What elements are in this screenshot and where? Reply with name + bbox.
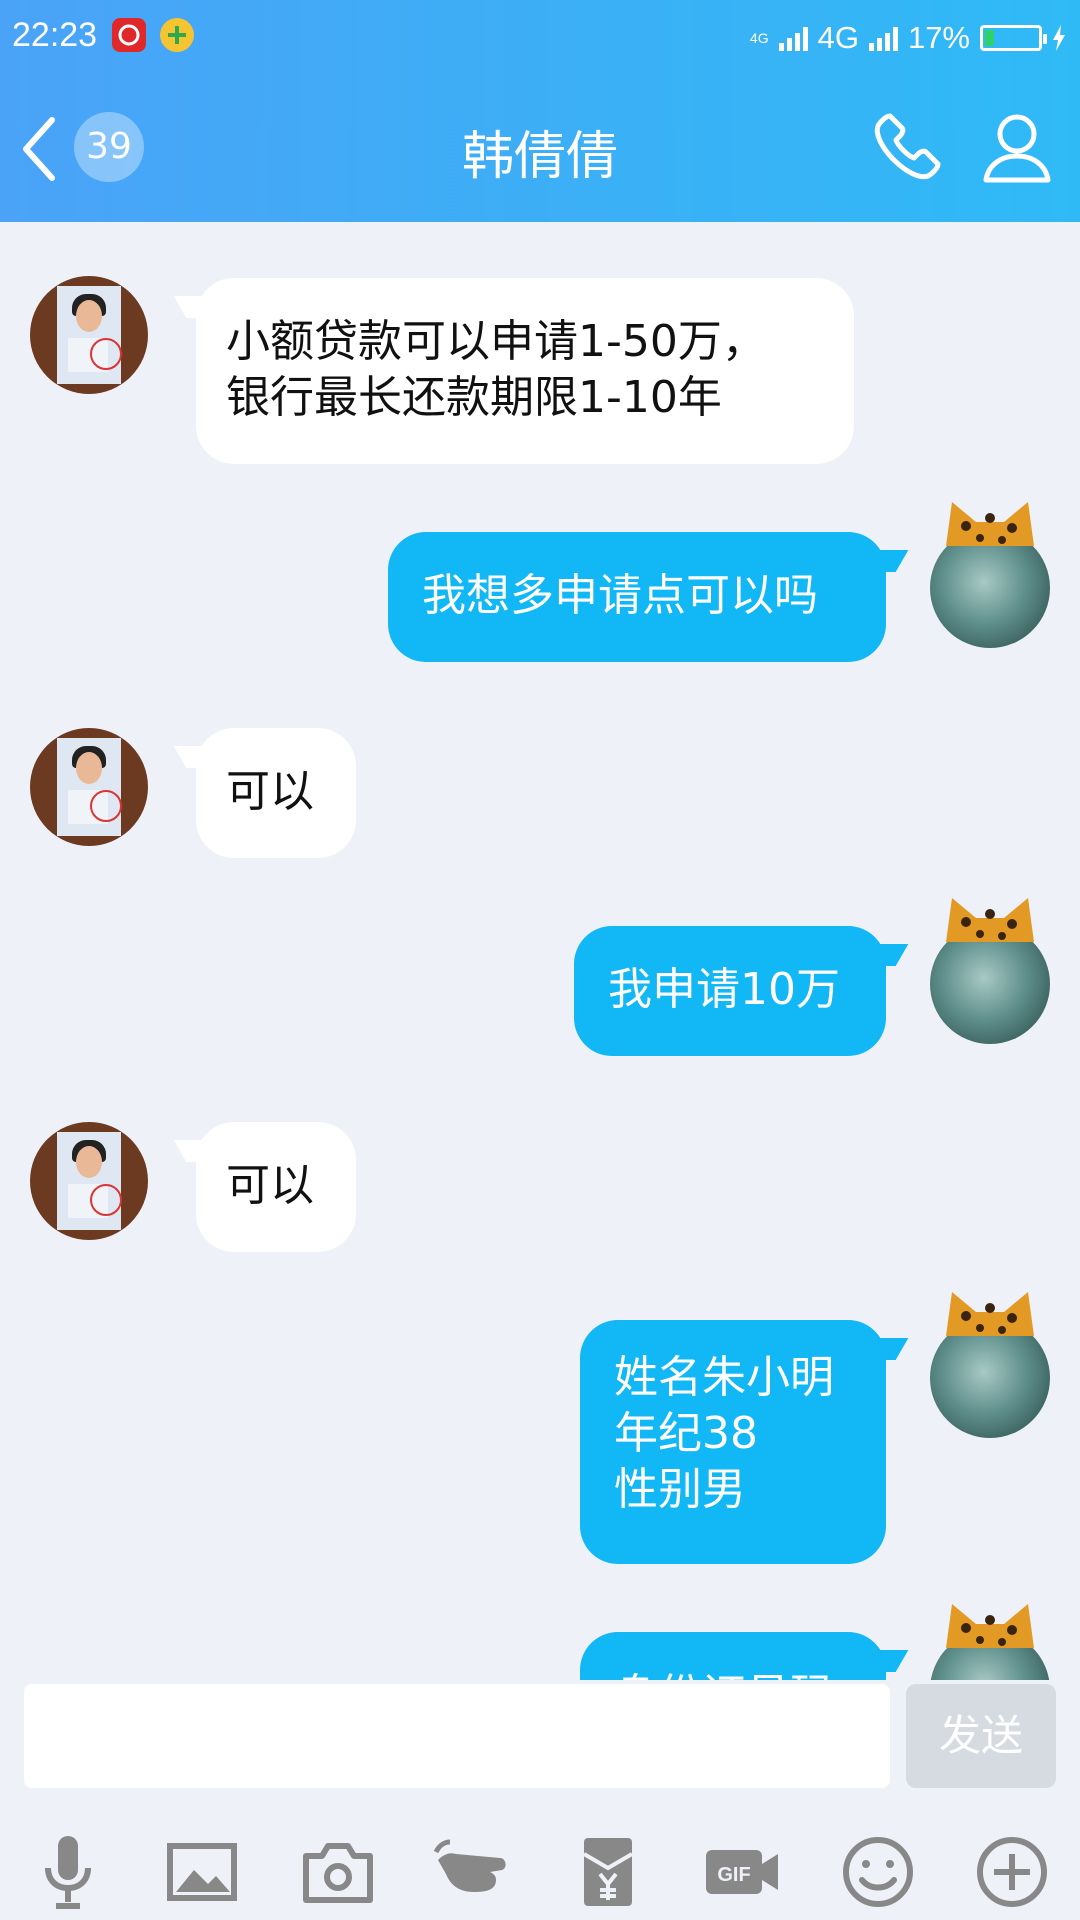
status-bar: 22:23 4G 4G 17%	[0, 0, 1080, 76]
security-app-icon	[160, 18, 194, 52]
charging-icon	[1053, 25, 1065, 51]
message-line: 小额贷款可以申请1-50万，	[226, 316, 766, 367]
message-line: 年纪38	[614, 1408, 758, 1459]
gif-icon[interactable]: GIF	[700, 1830, 784, 1914]
message-bubble[interactable]: 姓名朱小明 年纪38 性别男	[580, 1320, 886, 1564]
message-bubble[interactable]: 可以	[196, 1122, 356, 1252]
message-line: 我申请10万	[608, 964, 840, 1015]
send-button[interactable]: 发送	[906, 1684, 1056, 1788]
message-bubble[interactable]: 我申请10万	[574, 926, 886, 1056]
netease-music-icon	[112, 18, 146, 52]
nav-bar: 39 韩倩倩	[0, 90, 1080, 210]
emoji-icon[interactable]	[836, 1830, 920, 1914]
header: 22:23 4G 4G 17% 39 韩倩倩	[0, 0, 1080, 222]
image-icon[interactable]	[160, 1830, 244, 1914]
svg-text:GIF: GIF	[717, 1864, 750, 1886]
contact-avatar[interactable]	[30, 728, 148, 846]
message-input[interactable]	[24, 1684, 890, 1788]
input-bar: 发送 GIF	[0, 1680, 1080, 1920]
battery-percent: 17%	[907, 20, 970, 55]
signal-icon	[778, 25, 808, 51]
network-label: 4G	[817, 20, 859, 55]
poke-icon[interactable]	[430, 1830, 514, 1914]
message-line: 性别男	[614, 1464, 746, 1515]
red-envelope-icon[interactable]	[566, 1830, 650, 1914]
message-bubble[interactable]: 小额贷款可以申请1-50万， 银行最长还款期限1-10年	[196, 278, 854, 464]
message-line: 可以	[226, 1160, 314, 1211]
profile-icon[interactable]	[980, 110, 1054, 186]
user-avatar[interactable]	[930, 1286, 1050, 1438]
message-line: 姓名朱小明	[614, 1352, 834, 1403]
message-bubble[interactable]: 可以	[196, 728, 356, 858]
toolbar: GIF	[0, 1830, 1080, 1914]
message-bubble[interactable]: 身份证号码	[580, 1632, 886, 1680]
status-time: 22:23	[12, 16, 98, 54]
message-line: 银行最长还款期限1-10年	[226, 372, 722, 423]
camera-icon[interactable]	[296, 1830, 380, 1914]
signal-icon-2	[868, 25, 898, 51]
contact-avatar[interactable]	[30, 276, 148, 394]
user-avatar[interactable]	[930, 892, 1050, 1044]
message-bubble[interactable]: 我想多申请点可以吗	[388, 532, 886, 662]
message-list[interactable]: 小额贷款可以申请1-50万， 银行最长还款期限1-10年 我想多申请点可以吗 可…	[0, 222, 1080, 1680]
phone-icon[interactable]	[870, 110, 946, 186]
battery-icon	[980, 25, 1047, 51]
user-avatar[interactable]	[930, 496, 1050, 648]
contact-avatar[interactable]	[30, 1122, 148, 1240]
microphone-icon[interactable]	[26, 1830, 110, 1914]
user-avatar[interactable]	[930, 1598, 1050, 1680]
network-small-label: 4G	[749, 30, 769, 46]
message-line: 我想多申请点可以吗	[422, 570, 818, 621]
message-line: 可以	[226, 766, 314, 817]
message-line: 身份证号码	[614, 1668, 852, 1680]
plus-icon[interactable]	[970, 1830, 1054, 1914]
status-indicators: 4G 4G 17%	[750, 16, 1066, 60]
